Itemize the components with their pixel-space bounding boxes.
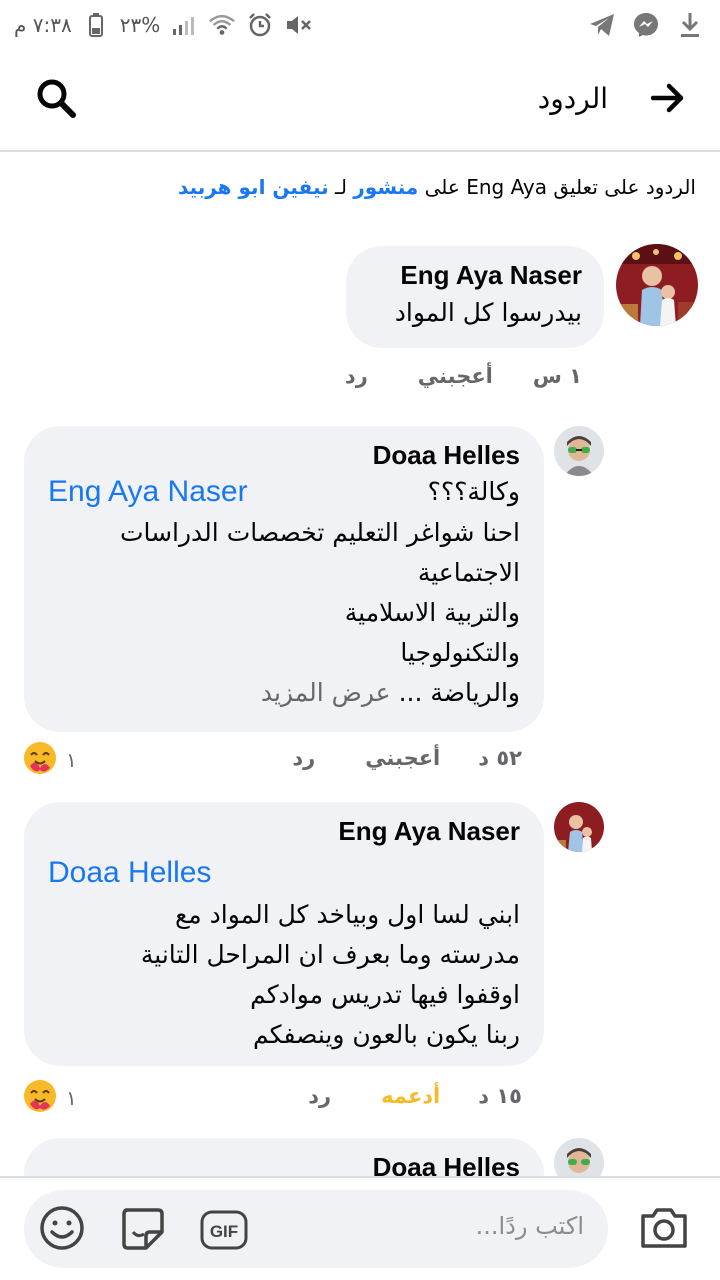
comment-text: والرياضة ... (398, 678, 520, 707)
context-prefix: الردود على تعليق Eng Aya على (418, 175, 696, 199)
comment-author[interactable]: Doaa Helles (48, 440, 520, 471)
reply-button[interactable]: رد (345, 364, 368, 388)
reply-input[interactable]: اكتب ردًا... GIF (24, 1190, 608, 1268)
reply-context: الردود على تعليق Eng Aya على منشور لـ ني… (16, 170, 696, 204)
sticker-icon (118, 1204, 166, 1256)
comment: Doaa Helles وكالة؟؟؟ Eng Aya Naser احنا … (0, 426, 720, 786)
like-button[interactable]: أعجبني (418, 364, 493, 388)
comment-text: والتربية الاسلامية (344, 598, 520, 627)
comment-author[interactable]: Doaa Helles (48, 1152, 520, 1176)
arrow-right-icon (650, 83, 685, 117)
avatar[interactable] (554, 426, 604, 476)
mention-link[interactable]: Doaa Helles (48, 856, 211, 890)
comment-text: والتكنولوجيا (400, 638, 520, 667)
reaction-summary[interactable]: ١ (22, 740, 77, 780)
sticker-button[interactable] (118, 1206, 166, 1254)
care-reaction-icon (22, 740, 58, 780)
comment-bubble[interactable]: Doaa Helles (24, 1138, 544, 1176)
reaction-count: ١ (66, 1086, 77, 1110)
comment-text: ابني لسا اول وبياخد كل المواد مع (175, 900, 520, 929)
reaction-summary[interactable]: ١ (22, 1078, 77, 1118)
support-button[interactable]: أدعمه (381, 1084, 440, 1108)
battery-percent: ٢٣% (119, 13, 161, 37)
emoji-button[interactable] (38, 1206, 86, 1254)
avatar[interactable] (554, 1138, 604, 1176)
comment: Doaa Helles (0, 1138, 720, 1176)
reply-placeholder: اكتب ردًا... (475, 1212, 584, 1240)
comment-mention-line: Doaa Helles (48, 851, 520, 895)
reaction-count: ١ (66, 748, 77, 772)
status-bar: ٧:٣٨ م ٢٣% (0, 0, 720, 50)
reply-button[interactable]: رد (308, 1084, 331, 1108)
alarm-icon (246, 11, 274, 39)
comment-time: ١٥ د (478, 1084, 522, 1108)
comment-text: ربنا يكون بالعون وينصفكم (253, 1020, 520, 1049)
comment-last-line: والرياضة ... عرض المزيد (48, 673, 520, 713)
like-button[interactable]: أعجبني (365, 746, 440, 770)
camera-button[interactable] (638, 1206, 690, 1254)
post-link[interactable]: منشور (353, 175, 418, 199)
emoji-icon (38, 1204, 86, 1256)
telegram-icon (588, 11, 616, 39)
comment-time: ٥٢ د (478, 746, 522, 770)
avatar[interactable] (616, 244, 698, 326)
page-title: الردود (537, 82, 608, 115)
avatar[interactable] (554, 802, 604, 852)
comment-author[interactable]: Eng Aya Naser (368, 260, 582, 291)
context-middle: لـ (328, 175, 354, 199)
comment-first-line: وكالة؟؟؟ Eng Aya Naser (48, 471, 520, 513)
search-icon (35, 77, 77, 123)
camera-icon (639, 1206, 689, 1254)
comment-time: ١ س (532, 364, 582, 388)
comment-bubble[interactable]: Eng Aya Naser Doaa Helles ابني لسا اول و… (24, 802, 544, 1066)
comment-bubble[interactable]: Eng Aya Naser بيدرسوا كل المواد (346, 246, 604, 348)
wifi-icon (208, 11, 236, 39)
comment-text: بيدرسوا كل المواد (394, 298, 582, 327)
comment-text: احنا شواغر التعليم تخصصات الدراسات (119, 518, 520, 547)
search-button[interactable] (32, 76, 80, 124)
comment-bubble[interactable]: Doaa Helles وكالة؟؟؟ Eng Aya Naser احنا … (24, 426, 544, 732)
comment-author[interactable]: Eng Aya Naser (48, 816, 520, 847)
comment-text: وكالة؟؟؟ (427, 477, 520, 506)
comment-actions: ١ س أعجبني رد (345, 364, 582, 388)
mention-link[interactable]: Eng Aya Naser (48, 475, 248, 509)
comment-text: مدرسته وما بعرف ان المراحل التانية (140, 940, 520, 969)
download-icon (676, 11, 704, 39)
mute-icon (284, 11, 312, 39)
comment-actions: ٥٢ د أعجبني رد (292, 746, 522, 770)
gif-button[interactable]: GIF (200, 1206, 248, 1254)
comment-text: الاجتماعية (417, 558, 520, 587)
battery-icon (82, 11, 110, 39)
comment-actions: ١٥ د أدعمه رد (308, 1084, 522, 1108)
gif-label: GIF (210, 1222, 238, 1241)
comment: Eng Aya Naser Doaa Helles ابني لسا اول و… (0, 802, 720, 1122)
comment: Eng Aya Naser بيدرسوا كل المواد ١ س أعجب… (0, 244, 720, 394)
reply-composer-bar: اكتب ردًا... GIF (0, 1176, 720, 1280)
header: الردود (0, 50, 720, 152)
status-right (588, 10, 704, 40)
back-button[interactable] (646, 78, 690, 122)
reply-button[interactable]: رد (292, 746, 315, 770)
comment-text: اوقفوا فيها تدريس موادكم (250, 980, 520, 1009)
post-author-link[interactable]: نيفين ابو هربيد (178, 175, 329, 199)
care-reaction-icon (22, 1078, 58, 1118)
status-time: ٧:٣٨ م (14, 13, 72, 37)
signal-icon (170, 11, 198, 39)
status-left: ٧:٣٨ م ٢٣% (14, 10, 312, 40)
messenger-icon (632, 11, 660, 39)
see-more-link[interactable]: عرض المزيد (261, 678, 391, 707)
